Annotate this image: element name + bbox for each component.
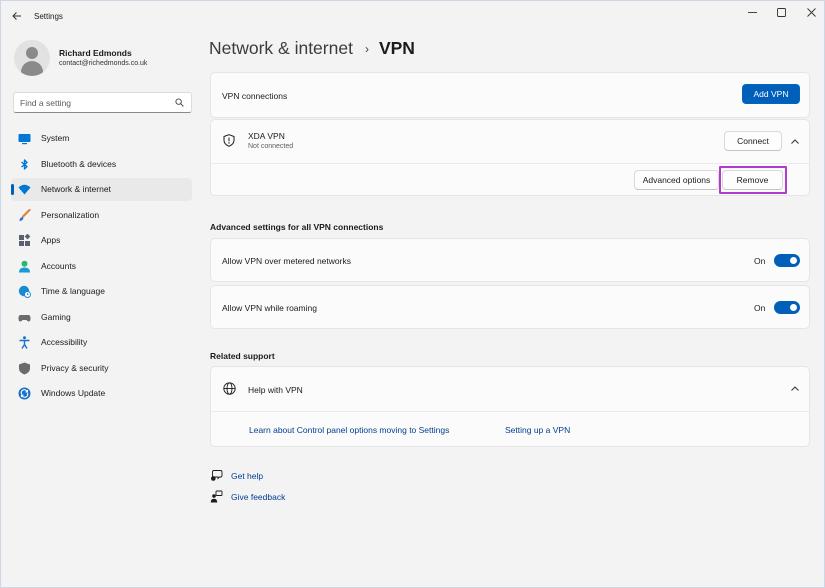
search-box[interactable] — [13, 92, 192, 113]
sidebar-item-privacy-security[interactable]: Privacy & security — [11, 357, 192, 380]
vpn-connections-label: VPN connections — [222, 91, 288, 101]
sidebar-item-label: Privacy & security — [41, 362, 109, 373]
vpn-status: Not connected — [248, 143, 294, 150]
sidebar-item-windows-update[interactable]: Windows Update — [11, 382, 192, 405]
chevron-up-icon[interactable] — [790, 137, 800, 147]
control-panel-link[interactable]: Learn about Control panel options moving… — [249, 425, 449, 435]
get-help-link[interactable]: Get help — [231, 471, 263, 481]
sidebar-item-label: Gaming — [41, 311, 71, 322]
globe-clock-icon — [18, 285, 31, 298]
shield-icon — [19, 362, 30, 374]
breadcrumb: Network & internet › VPN — [209, 38, 415, 59]
globe-icon — [223, 382, 236, 395]
sidebar-item-label: Network & internet — [41, 184, 111, 194]
setting-up-vpn-link[interactable]: Setting up a VPN — [505, 425, 570, 435]
vpn-shield-icon — [223, 134, 235, 147]
windows-update-icon — [18, 387, 31, 400]
sidebar-item-label: Apps — [41, 235, 61, 245]
minimize-button[interactable] — [739, 5, 765, 19]
sidebar-item-bluetooth[interactable]: Bluetooth & devices — [11, 153, 192, 176]
sidebar-item-accounts[interactable]: Accounts — [11, 255, 192, 278]
close-button[interactable] — [798, 5, 824, 19]
page-title: VPN — [378, 38, 415, 58]
divider — [211, 163, 809, 164]
toggle-state-label: On — [754, 303, 766, 313]
related-support-title: Related support — [210, 351, 275, 361]
toggle-state-label: On — [754, 256, 766, 266]
vpn-connections-card: VPN connections Add VPN — [210, 72, 810, 118]
app-title: Settings — [34, 12, 63, 21]
advanced-options-button[interactable]: Advanced options — [634, 170, 719, 190]
setting-row-metered: Allow VPN over metered networks On — [210, 238, 810, 282]
breadcrumb-separator: › — [364, 41, 369, 56]
user-email: contact@richedmonds.co.uk — [59, 60, 148, 67]
setting-label: Allow VPN while roaming — [222, 303, 317, 313]
back-button[interactable] — [7, 7, 27, 25]
bluetooth-icon — [21, 158, 28, 170]
accounts-icon — [19, 260, 30, 272]
sidebar-item-apps[interactable]: Apps — [11, 229, 192, 252]
setting-label: Allow VPN over metered networks — [222, 256, 351, 266]
give-feedback-link[interactable]: Give feedback — [231, 492, 285, 502]
sidebar-item-label: Bluetooth & devices — [41, 158, 117, 169]
sidebar-item-system[interactable]: System — [11, 127, 192, 150]
sidebar-item-gaming[interactable]: Gaming — [11, 306, 192, 329]
help-with-vpn-card: Help with VPN Learn about Control panel … — [210, 366, 810, 447]
search-input[interactable] — [20, 96, 170, 109]
sidebar-item-label: System — [41, 133, 70, 143]
sidebar-item-label: Time & language — [41, 286, 105, 296]
remove-highlight-box — [719, 166, 787, 194]
setting-row-roaming: Allow VPN while roaming On — [210, 285, 810, 329]
user-name: Richard Edmonds — [59, 48, 132, 58]
sidebar-item-label: Accessibility — [41, 337, 88, 347]
sidebar-item-personalization[interactable]: Personalization — [11, 204, 192, 227]
minimize-icon — [747, 11, 757, 13]
paintbrush-icon — [19, 208, 31, 221]
maximize-button[interactable] — [768, 5, 794, 19]
sidebar-nav: System Bluetooth & devices Network & int… — [11, 127, 192, 408]
sidebar-item-network[interactable]: Network & internet — [11, 178, 192, 201]
sidebar-item-label: Personalization — [41, 209, 100, 220]
get-help-icon — [211, 470, 223, 481]
avatar[interactable] — [14, 40, 50, 76]
connect-button[interactable]: Connect — [724, 131, 782, 151]
advanced-settings-title: Advanced settings for all VPN connection… — [210, 222, 384, 232]
toggle-switch[interactable] — [774, 254, 800, 267]
sidebar-item-label: Windows Update — [41, 388, 106, 398]
search-icon[interactable] — [175, 98, 184, 107]
close-icon — [806, 7, 816, 17]
sidebar-item-time-language[interactable]: Time & language — [11, 280, 192, 303]
wifi-icon — [18, 184, 31, 195]
feedback-icon — [210, 490, 223, 503]
system-icon — [18, 134, 31, 145]
back-arrow-icon — [12, 12, 21, 20]
apps-icon — [19, 234, 31, 246]
maximize-icon — [776, 7, 786, 17]
chevron-up-icon[interactable] — [790, 384, 800, 394]
add-vpn-button[interactable]: Add VPN — [742, 84, 800, 104]
breadcrumb-parent[interactable]: Network & internet — [209, 38, 353, 59]
gamepad-icon — [18, 314, 31, 321]
divider — [211, 411, 809, 412]
settings-window: Settings Richard Edmonds contact@richedm… — [0, 0, 825, 588]
vpn-name: XDA VPN — [248, 131, 285, 141]
sidebar-item-accessibility[interactable]: Accessibility — [11, 331, 192, 354]
accessibility-icon — [19, 336, 30, 349]
toggle-switch[interactable] — [774, 301, 800, 314]
sidebar-item-label: Accounts — [41, 260, 76, 271]
help-with-vpn-label[interactable]: Help with VPN — [248, 385, 303, 395]
title-bar: Settings — [1, 1, 824, 31]
